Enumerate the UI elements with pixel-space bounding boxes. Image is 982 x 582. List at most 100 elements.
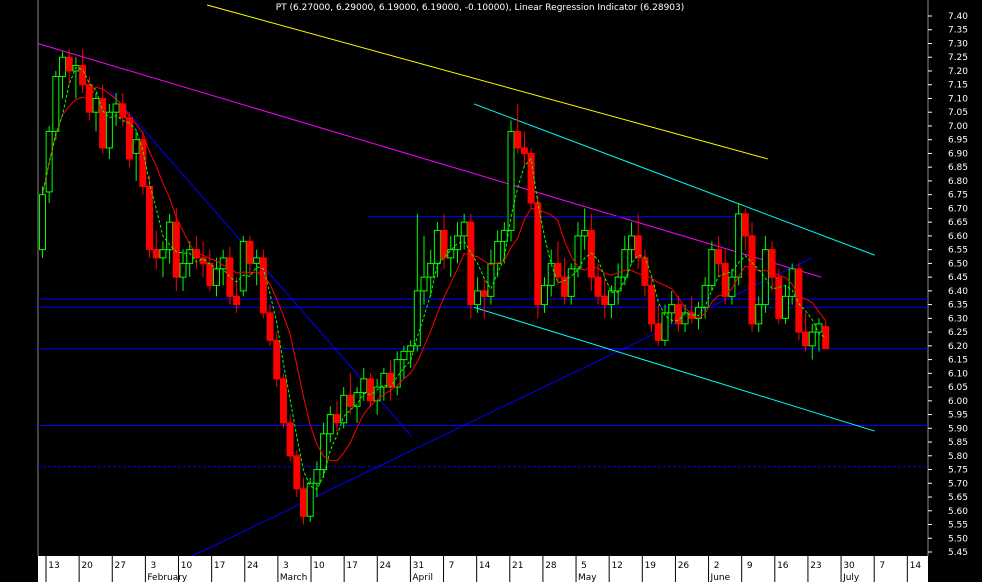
candle-body bbox=[447, 249, 455, 259]
candle-body bbox=[427, 262, 435, 278]
candle-body bbox=[748, 235, 756, 325]
x-tick-label: 19 bbox=[645, 561, 657, 571]
candle-body bbox=[494, 240, 502, 264]
candle-body bbox=[79, 64, 87, 86]
x-tick-label: 17 bbox=[214, 561, 225, 571]
candle-body bbox=[360, 378, 368, 394]
month-label: May bbox=[578, 573, 597, 582]
y-tick-label: 6.60 bbox=[948, 232, 968, 242]
candle-body bbox=[440, 229, 448, 259]
y-tick-label: 5.45 bbox=[948, 548, 968, 558]
candle-body bbox=[621, 249, 629, 278]
y-tick-label: 7.35 bbox=[948, 26, 968, 36]
candle-body bbox=[239, 240, 247, 292]
x-tick-label: 3 bbox=[151, 561, 157, 571]
month-label: April bbox=[412, 573, 433, 582]
y-tick-label: 5.85 bbox=[948, 438, 968, 448]
candle-body bbox=[433, 229, 441, 264]
x-tick-label: 21 bbox=[512, 561, 523, 571]
candle-body bbox=[186, 249, 194, 264]
candle-body bbox=[179, 262, 187, 278]
candle-body bbox=[668, 304, 676, 314]
candle-body bbox=[755, 304, 763, 325]
x-tick-label: 24 bbox=[380, 561, 392, 571]
candle-body bbox=[761, 249, 769, 306]
candle-body bbox=[366, 378, 374, 402]
candle-body bbox=[648, 284, 656, 325]
x-tick-label: 10 bbox=[313, 561, 325, 571]
candle-body bbox=[38, 194, 46, 251]
candle-body bbox=[721, 262, 729, 297]
candle-body bbox=[380, 372, 388, 388]
candle-body bbox=[152, 249, 160, 259]
y-tick-label: 7.30 bbox=[948, 39, 968, 49]
y-tick-label: 6.10 bbox=[948, 369, 968, 379]
candle-body bbox=[487, 262, 495, 297]
candle-body bbox=[567, 268, 575, 297]
candle-body bbox=[273, 339, 281, 380]
candle-body bbox=[159, 249, 167, 259]
candle-body bbox=[701, 284, 709, 308]
candle-body bbox=[728, 276, 736, 297]
candle-body bbox=[407, 345, 415, 352]
candle-body bbox=[146, 185, 154, 251]
candle-body bbox=[781, 295, 789, 319]
candle-body bbox=[561, 276, 569, 297]
y-tick-label: 5.50 bbox=[948, 534, 968, 544]
y-tick-label: 6.45 bbox=[948, 273, 968, 283]
candle-body bbox=[581, 229, 589, 237]
candle-body bbox=[420, 276, 428, 292]
y-tick-label: 7.25 bbox=[948, 53, 968, 63]
y-tick-label: 7.15 bbox=[948, 81, 968, 91]
candle-body bbox=[467, 221, 475, 306]
candle-body bbox=[346, 394, 354, 407]
x-tick-label: 24 bbox=[247, 561, 259, 571]
candle-body bbox=[594, 276, 602, 297]
x-tick-label: 26 bbox=[678, 561, 690, 571]
y-tick-label: 5.95 bbox=[948, 411, 968, 421]
candle-body bbox=[166, 221, 174, 251]
candle-body bbox=[400, 350, 408, 361]
candle-body bbox=[246, 240, 254, 264]
x-tick-label: 9 bbox=[747, 561, 753, 571]
y-tick-label: 6.40 bbox=[948, 287, 968, 297]
month-label: February bbox=[147, 573, 188, 582]
candle-body bbox=[460, 221, 468, 237]
y-tick-label: 6.50 bbox=[948, 259, 968, 269]
candle-body bbox=[500, 229, 508, 242]
x-tick-label: 3 bbox=[283, 561, 289, 571]
candle-body bbox=[132, 139, 140, 154]
y-tick-label: 5.75 bbox=[948, 466, 968, 476]
x-tick-label: 14 bbox=[479, 561, 491, 571]
candle-body bbox=[534, 202, 542, 306]
candle-body bbox=[708, 249, 716, 286]
x-tick-label: 23 bbox=[810, 561, 821, 571]
candle-body bbox=[601, 295, 609, 306]
candle-body bbox=[802, 331, 810, 347]
y-tick-label: 6.75 bbox=[948, 191, 968, 201]
candle-body bbox=[279, 378, 287, 424]
chart-title: PT (6.27000, 6.29000, 6.19000, 6.19000, … bbox=[276, 3, 685, 13]
x-tick-label: 5 bbox=[581, 561, 587, 571]
candle-body bbox=[741, 213, 749, 237]
y-tick-label: 5.65 bbox=[948, 493, 968, 503]
candle-body bbox=[547, 262, 555, 286]
y-tick-label: 7.20 bbox=[948, 67, 968, 77]
candle-body bbox=[527, 152, 535, 204]
x-tick-label: 27 bbox=[115, 561, 126, 571]
candle-body bbox=[822, 326, 830, 350]
y-tick-label: 6.80 bbox=[948, 177, 968, 187]
candle-body bbox=[387, 372, 395, 388]
candle-body bbox=[715, 249, 723, 264]
candle-body bbox=[313, 469, 321, 484]
month-label: March bbox=[280, 573, 307, 582]
y-tick-label: 6.00 bbox=[948, 397, 968, 407]
candle-body bbox=[681, 312, 689, 325]
candle-body bbox=[219, 257, 227, 270]
candlestick-chart: PT (6.27000, 6.29000, 6.19000, 6.19000, … bbox=[0, 0, 982, 582]
candle-body bbox=[253, 257, 261, 264]
candle-body bbox=[474, 290, 482, 306]
y-tick-label: 6.65 bbox=[948, 218, 968, 228]
x-tick-label: 7 bbox=[879, 561, 885, 571]
candle-body bbox=[59, 56, 67, 77]
